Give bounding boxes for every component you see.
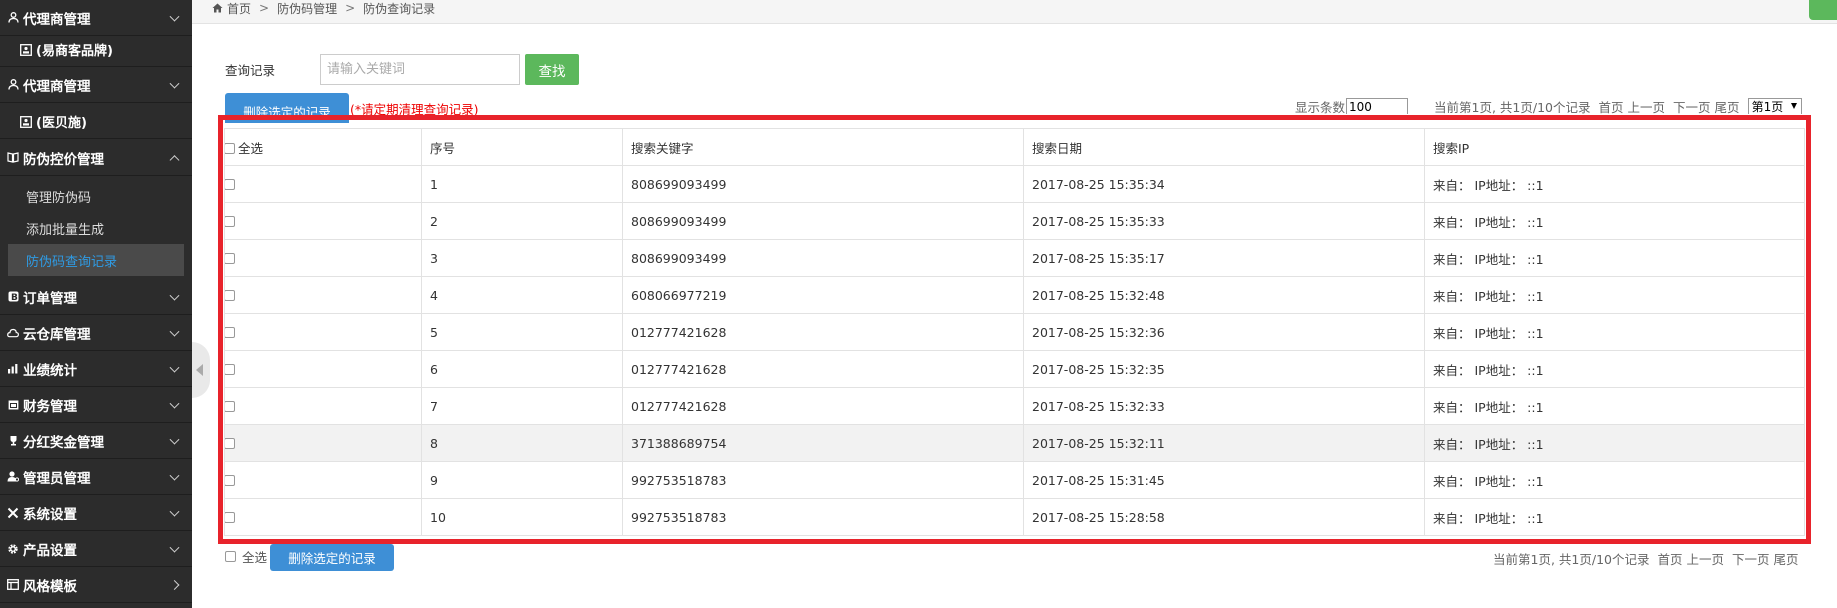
breadcrumb-home-link[interactable]: 首页	[227, 0, 251, 17]
page-size-label: 显示条数	[1295, 99, 1346, 115]
chevron-down-icon	[169, 506, 180, 517]
dropdown-arrow-icon	[1790, 103, 1797, 109]
page-select-value: 第1页	[1751, 100, 1784, 114]
sidebar-item-label: 代理商管理	[23, 11, 91, 28]
sidebar-item-label: (医贝施)	[36, 116, 87, 131]
chevron-down-icon	[169, 542, 180, 553]
breadcrumb-separator: >	[259, 1, 270, 15]
sidebar-item-cloud-warehouse[interactable]: 云仓库管理	[0, 315, 192, 351]
next-page-link[interactable]: 下一页	[1673, 97, 1711, 116]
delete-selected-button-bottom[interactable]: 删除选定的记录	[270, 544, 394, 571]
sidebar-item-yishangke-brand[interactable]: (易商客品牌)	[0, 33, 192, 67]
sidebar-item-label: 云仓库管理	[23, 326, 91, 343]
calendar-icon	[7, 399, 19, 411]
sidebar-item-product-settings[interactable]: 产品设置	[0, 531, 192, 567]
sidebar-item-label: (易商客品牌)	[36, 44, 113, 59]
sidebar-item-performance[interactable]: 业绩统计	[0, 351, 192, 387]
sidebar-item-manage-codes[interactable]: 管理防伪码	[0, 180, 192, 212]
pager-top: 显示条数 当前第1页, 共1页/10个记录 首页 上一页 下一页 尾页 第1页	[1295, 97, 1802, 116]
sidebar-item-label: 管理员管理	[23, 470, 91, 487]
search-input[interactable]	[320, 54, 520, 85]
prev-page-link[interactable]: 上一页	[1628, 97, 1666, 116]
sidebar-item-label: 财务管理	[23, 398, 77, 415]
bar-chart-icon	[7, 363, 19, 375]
user-icon	[7, 79, 19, 91]
page-info: 当前第1页, 共1页/10个记录	[1434, 99, 1591, 115]
last-page-link[interactable]: 尾页	[1774, 549, 1799, 568]
wrench-icon	[7, 507, 19, 519]
sidebar-collapse-toggle[interactable]	[192, 342, 210, 398]
sidebar-item-orders[interactable]: B 订单管理	[0, 279, 192, 315]
sidebar-item-system-settings[interactable]: 系统设置	[0, 495, 192, 531]
chevron-down-icon	[169, 326, 180, 337]
sidebar-item-label: 防伪码查询记录	[26, 254, 118, 270]
chevron-right-icon	[169, 579, 180, 590]
chevron-down-icon	[169, 11, 180, 22]
sidebar-item-label: 风格模板	[23, 578, 77, 595]
first-page-link[interactable]: 首页	[1657, 549, 1682, 568]
breadcrumb-separator: >	[345, 1, 356, 15]
sidebar-item-agent-management-1[interactable]: 代理商管理	[0, 0, 192, 36]
pager-bottom: 当前第1页, 共1页/10个记录 首页 上一页 下一页 尾页	[1493, 549, 1799, 568]
chevron-down-icon	[169, 434, 180, 445]
gear-icon	[7, 543, 19, 555]
admin-user-icon	[7, 471, 19, 483]
first-page-link[interactable]: 首页	[1599, 97, 1624, 116]
breadcrumb-current-page: 防伪查询记录	[363, 1, 436, 16]
chevron-up-icon	[169, 154, 180, 165]
svg-text:B: B	[11, 293, 18, 302]
chevron-down-icon	[169, 470, 180, 481]
sidebar-item-agent-management-2[interactable]: 代理商管理	[0, 67, 192, 103]
bottom-select-all-label: 全选	[242, 550, 268, 565]
user-icon	[7, 12, 19, 24]
sidebar-item-anti-counterfeit[interactable]: 防伪控价管理	[0, 140, 192, 176]
breadcrumb-anti-counterfeit-link[interactable]: 防伪码管理	[277, 0, 337, 17]
page-size-input[interactable]	[1346, 98, 1409, 114]
sidebar: 代理商管理 (易商客品牌) 代理商管理 (医贝施) 防伪控价管理 管理防伪码 添…	[0, 0, 192, 608]
sidebar-item-label: 管理防伪码	[26, 190, 92, 206]
page-info: 当前第1页, 共1页/10个记录	[1493, 552, 1650, 567]
bottom-select-all-checkbox[interactable]	[225, 551, 236, 562]
sidebar-item-label: 系统设置	[23, 506, 77, 523]
chevron-down-icon	[169, 290, 180, 301]
red-highlight-annotation	[218, 115, 1811, 544]
breadcrumb: 首页 > 防伪码管理 > 防伪查询记录	[212, 0, 435, 16]
sidebar-item-label: 业绩统计	[23, 362, 77, 379]
chevron-down-icon	[169, 78, 180, 89]
sidebar-item-label: 分红奖金管理	[23, 434, 104, 451]
refresh-button[interactable]	[1809, 0, 1837, 20]
last-page-link[interactable]: 尾页	[1715, 97, 1740, 116]
sidebar-item-label: 订单管理	[23, 290, 77, 307]
sidebar-item-label: 产品设置	[23, 542, 77, 559]
next-page-link[interactable]: 下一页	[1732, 549, 1770, 568]
search-label: 查询记录	[225, 63, 276, 78]
sidebar-item-finance[interactable]: 财务管理	[0, 387, 192, 423]
breadcrumb-bar: 首页 > 防伪码管理 > 防伪查询记录	[192, 0, 1837, 24]
search-button[interactable]: 查找	[525, 54, 579, 85]
sidebar-item-admins[interactable]: 管理员管理	[0, 459, 192, 495]
sidebar-item-label: 代理商管理	[23, 78, 91, 95]
sidebar-item-bonus[interactable]: 分红奖金管理	[0, 423, 192, 459]
id-card-icon	[20, 115, 32, 128]
bottom-select-all[interactable]: 全选	[225, 547, 267, 566]
sidebar-item-query-records[interactable]: 防伪码查询记录	[8, 244, 184, 276]
id-card-icon	[20, 43, 32, 56]
trophy-icon	[7, 435, 19, 447]
chevron-down-icon	[169, 398, 180, 409]
sidebar-item-label: 防伪控价管理	[23, 151, 104, 168]
caret-left-icon	[196, 364, 203, 376]
sidebar-item-batch-generate[interactable]: 添加批量生成	[0, 212, 192, 244]
sidebar-item-yibeishi[interactable]: (医贝施)	[0, 105, 192, 139]
template-icon	[7, 579, 19, 591]
bold-b-icon: B	[7, 291, 19, 303]
home-icon	[212, 3, 223, 13]
sidebar-item-label: 添加批量生成	[26, 222, 105, 238]
book-icon	[7, 152, 19, 164]
chevron-down-icon	[169, 362, 180, 373]
prev-page-link[interactable]: 上一页	[1687, 549, 1725, 568]
cloud-icon	[7, 327, 19, 339]
sidebar-item-style-template[interactable]: 风格模板	[0, 567, 192, 603]
page-select[interactable]: 第1页	[1747, 98, 1802, 114]
